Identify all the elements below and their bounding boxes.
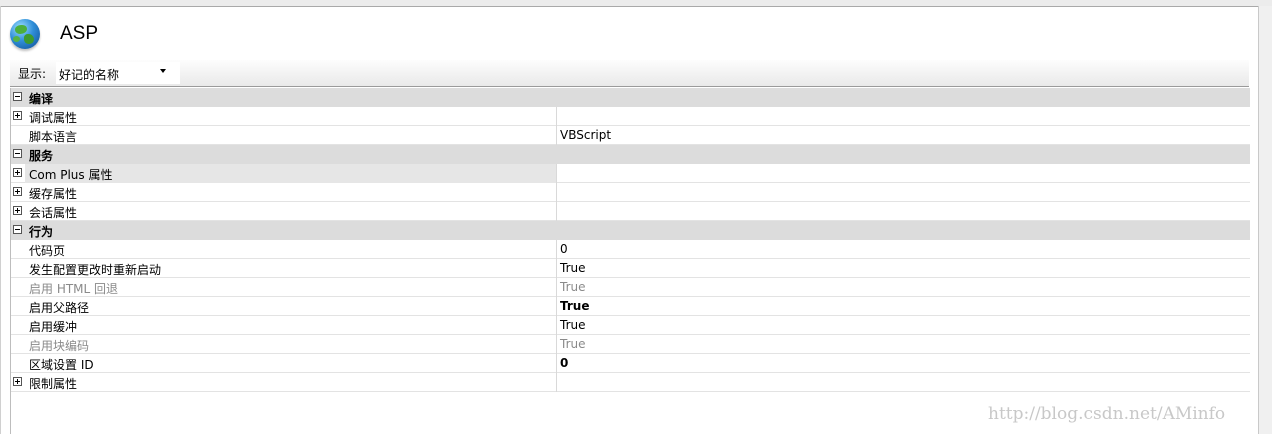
- property-name: 启用父路径: [29, 301, 90, 315]
- property-row[interactable]: 会话属性: [11, 202, 1250, 221]
- category-row[interactable]: 行为: [11, 221, 1250, 240]
- column-divider: [556, 240, 557, 259]
- property-row[interactable]: 缓存属性: [11, 183, 1250, 202]
- property-value[interactable]: 0: [560, 356, 568, 370]
- expand-icon[interactable]: [13, 377, 22, 386]
- property-grid: 编译调试属性脚本语言 VBScript 服务 Com Plus 属性 缓存属性会话属性行…: [10, 88, 1250, 434]
- property-row[interactable]: 脚本语言 VBScript: [11, 126, 1250, 145]
- collapse-icon[interactable]: [13, 92, 22, 101]
- property-name: 脚本语言: [29, 130, 78, 144]
- property-name: 会话属性: [29, 206, 78, 220]
- display-mode-value: 好记的名称: [59, 68, 120, 82]
- page-title: ASP: [60, 23, 99, 44]
- property-row[interactable]: 调试属性: [11, 107, 1250, 126]
- property-name: 区域设置 ID: [29, 358, 94, 372]
- property-name: Com Plus 属性: [29, 168, 113, 182]
- category-row[interactable]: 编译: [11, 88, 1250, 107]
- category-label: 行为: [29, 225, 54, 239]
- category-row[interactable]: 服务: [11, 145, 1250, 164]
- category-label: 服务: [29, 149, 54, 163]
- property-row[interactable]: Com Plus 属性: [11, 164, 1250, 183]
- globe-icon: [10, 19, 40, 49]
- window-top-border: [0, 0, 1272, 7]
- display-mode-dropdown[interactable]: 好记的名称: [56, 62, 180, 84]
- column-divider: [556, 126, 557, 145]
- column-divider: [556, 164, 557, 183]
- property-name: 代码页: [29, 244, 66, 258]
- property-row[interactable]: 启用父路径 True: [11, 297, 1250, 316]
- page-header: ASP: [10, 16, 98, 52]
- column-divider: [556, 259, 557, 278]
- collapse-icon[interactable]: [13, 225, 22, 234]
- category-label: 编译: [29, 92, 54, 106]
- expand-icon[interactable]: [13, 187, 22, 196]
- expand-icon[interactable]: [13, 206, 22, 215]
- column-divider: [556, 107, 557, 126]
- property-name: 启用缓冲: [29, 320, 78, 334]
- property-value[interactable]: True: [560, 261, 586, 275]
- property-row[interactable]: 限制属性: [11, 373, 1250, 392]
- expand-icon[interactable]: [13, 168, 22, 177]
- column-divider: [556, 297, 557, 316]
- column-divider: [556, 202, 557, 221]
- column-divider: [556, 373, 557, 392]
- vertical-scrollbar[interactable]: [1258, 6, 1272, 434]
- column-divider: [556, 316, 557, 335]
- collapse-icon[interactable]: [13, 149, 22, 158]
- property-row[interactable]: 启用缓冲 True: [11, 316, 1250, 335]
- property-row[interactable]: 发生配置更改时重新启动 True: [11, 259, 1250, 278]
- property-row[interactable]: 启用块编码 True: [11, 335, 1250, 354]
- property-name: 发生配置更改时重新启动: [29, 263, 162, 277]
- property-row[interactable]: 区域设置 ID 0: [11, 354, 1250, 373]
- property-name: 限制属性: [29, 377, 78, 391]
- property-row[interactable]: 启用 HTML 回退 True: [11, 278, 1250, 297]
- property-value[interactable]: 0: [560, 242, 568, 256]
- window-left-border: [0, 6, 1, 434]
- column-divider: [556, 335, 557, 354]
- property-row[interactable]: 代码页 0: [11, 240, 1250, 259]
- property-value[interactable]: VBScript: [560, 128, 611, 142]
- column-divider: [556, 278, 557, 297]
- property-name: 调试属性: [29, 111, 78, 125]
- property-name: 启用 HTML 回退: [29, 282, 119, 296]
- property-name: 缓存属性: [29, 187, 78, 201]
- property-value[interactable]: True: [560, 337, 586, 351]
- display-toolbar: 显示: 好记的名称: [10, 60, 1249, 87]
- column-divider: [556, 183, 557, 202]
- dropdown-arrow-icon[interactable]: [160, 69, 166, 73]
- property-value[interactable]: True: [560, 299, 589, 313]
- property-value[interactable]: True: [560, 318, 586, 332]
- watermark: http://blog.csdn.net/AMinfo: [988, 404, 1226, 424]
- show-label: 显示:: [18, 67, 47, 81]
- property-name: 启用块编码: [29, 339, 90, 353]
- column-divider: [556, 354, 557, 373]
- property-value[interactable]: True: [560, 280, 586, 294]
- expand-icon[interactable]: [13, 111, 22, 120]
